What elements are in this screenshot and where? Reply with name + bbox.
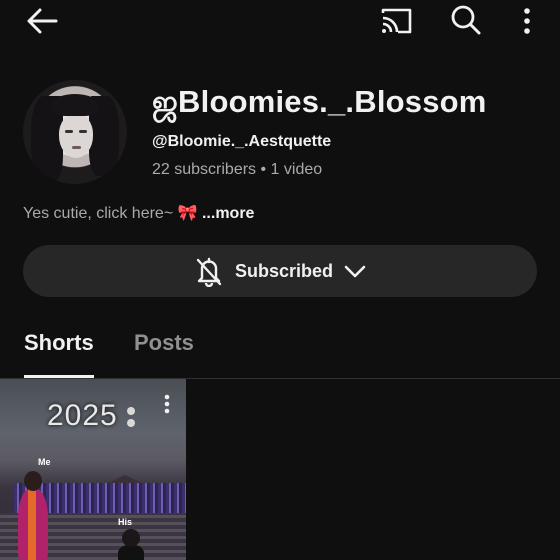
channel-stats: 22 subscribers • 1 video xyxy=(152,161,323,178)
channel-name: ஜBloomies._.Blossom xyxy=(152,84,487,119)
avatar-eye xyxy=(79,130,87,133)
thumbnail-figure-right xyxy=(116,529,146,560)
avatar-eye xyxy=(65,130,73,133)
short-overlay-dots xyxy=(124,405,138,429)
chevron-down-icon xyxy=(344,265,366,278)
cast-icon xyxy=(381,8,412,34)
more-vert-icon xyxy=(524,8,530,34)
channel-handle: @Bloomie._.Aestquette xyxy=(152,133,332,150)
active-tab-indicator xyxy=(24,375,94,378)
cast-button[interactable] xyxy=(376,4,416,38)
short-overlay-year: 2025 xyxy=(47,399,118,432)
avatar-face xyxy=(59,114,93,158)
channel-description[interactable]: Yes cutie, click here~ 🎀 ...more xyxy=(23,203,254,223)
description-text: Yes cutie, click here~ 🎀 xyxy=(23,205,198,222)
avatar-bangs xyxy=(51,94,99,116)
short-thumbnail[interactable]: Me His 2025 xyxy=(0,379,186,560)
subscribed-button[interactable]: Subscribed xyxy=(23,245,537,297)
more-options-button[interactable] xyxy=(510,4,544,38)
thumbnail-label-me: Me xyxy=(38,457,51,467)
search-icon xyxy=(451,5,481,35)
thumbnail-label-his: His xyxy=(118,517,133,527)
tab-shorts[interactable]: Shorts xyxy=(24,330,94,356)
bell-off-icon xyxy=(196,257,222,287)
search-button[interactable] xyxy=(446,2,486,38)
more-vert-icon xyxy=(164,394,170,414)
tab-posts[interactable]: Posts xyxy=(134,330,194,356)
arrow-left-icon xyxy=(27,8,58,34)
description-more-link[interactable]: ...more xyxy=(202,205,254,222)
channel-avatar[interactable] xyxy=(23,80,127,184)
avatar-lips xyxy=(72,146,81,149)
thumbnail-figure-left xyxy=(14,471,52,560)
subscribed-label: Subscribed xyxy=(234,260,334,281)
channel-tabs: Shorts Posts xyxy=(0,322,560,379)
short-more-button[interactable] xyxy=(157,393,177,417)
back-button[interactable] xyxy=(22,4,62,38)
top-app-bar xyxy=(0,0,560,44)
